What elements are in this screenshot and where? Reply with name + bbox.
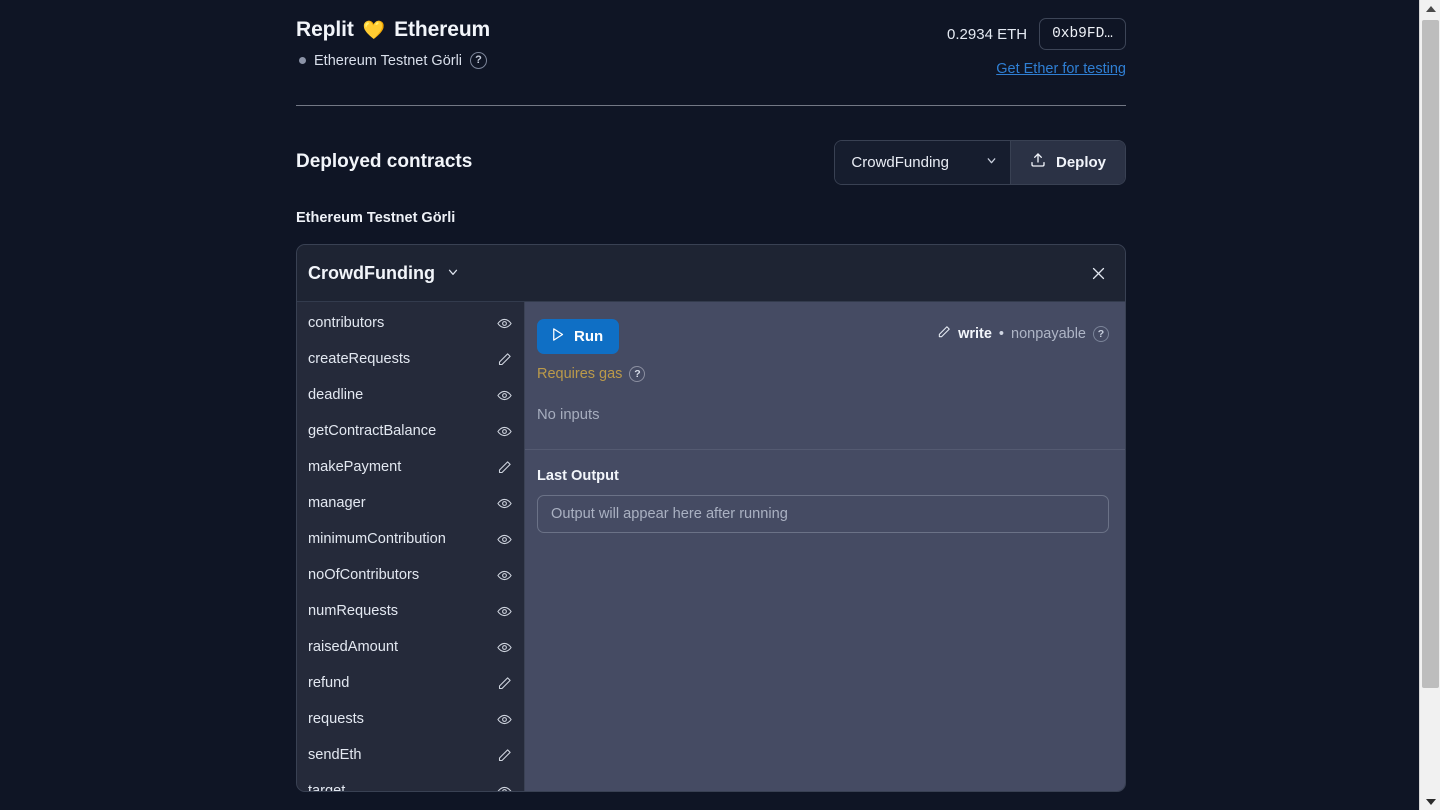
mutability-write-label: write (958, 326, 992, 342)
mutability-separator: • (998, 326, 1004, 342)
wallet-balance: 0.2934 ETH (947, 25, 1028, 43)
function-item-label: createRequests (308, 351, 411, 367)
function-item-getContractBalance[interactable]: getContractBalance (297, 413, 524, 449)
function-item-label: raisedAmount (308, 639, 399, 655)
eye-icon (497, 532, 512, 547)
app-header: Replit 💛 Ethereum Ethereum Testnet Görli… (296, 0, 1126, 77)
pencil-icon (497, 748, 512, 763)
pencil-icon (497, 352, 512, 367)
function-item-label: sendEth (308, 747, 362, 763)
deploy-control-group: CrowdFunding Deploy (834, 139, 1126, 185)
function-item-label: makePayment (308, 459, 402, 475)
function-detail-panel: Run write • nonpayable ? Requires gas ? … (525, 302, 1125, 791)
function-item-label: getContractBalance (308, 423, 437, 439)
product-name: Ethereum (394, 18, 491, 41)
upload-icon (1030, 152, 1046, 172)
function-item-numRequests[interactable]: numRequests (297, 593, 524, 629)
eye-icon (497, 316, 512, 331)
function-item-minimumContribution[interactable]: minimumContribution (297, 521, 524, 557)
function-item-noOfContributors[interactable]: noOfContributors (297, 557, 524, 593)
network-name: Ethereum Testnet Görli (314, 52, 463, 69)
pencil-icon (497, 676, 512, 691)
requires-gas-row: Requires gas ? (537, 366, 1109, 382)
mutability-help-icon[interactable]: ? (1093, 326, 1109, 342)
function-item-requests[interactable]: requests (297, 701, 524, 737)
wallet-area: 0.2934 ETH 0xb9FD… Get Ether for testing (947, 18, 1126, 78)
eye-icon (497, 712, 512, 727)
chevron-down-icon (985, 154, 998, 171)
wallet-address-chip[interactable]: 0xb9FD… (1039, 18, 1126, 50)
scroll-up-arrow[interactable] (1420, 0, 1440, 17)
function-item-makePayment[interactable]: makePayment (297, 449, 524, 485)
function-item-label: minimumContribution (308, 531, 446, 547)
contract-card-body: contributors createRequests deadline getCon… (297, 302, 1125, 792)
function-item-label: manager (308, 495, 366, 511)
eye-icon (497, 604, 512, 619)
requires-gas-label: Requires gas (537, 366, 623, 382)
last-output-label: Last Output (537, 468, 619, 484)
eye-icon (497, 568, 512, 583)
eye-icon (497, 424, 512, 439)
function-item-createRequests[interactable]: createRequests (297, 341, 524, 377)
run-button-label: Run (574, 328, 604, 345)
gas-help-icon[interactable]: ? (629, 366, 646, 382)
function-item-label: deadline (308, 387, 364, 403)
function-item-label: target (308, 783, 346, 792)
contract-select-value: CrowdFunding (851, 153, 949, 171)
eye-icon (497, 640, 512, 655)
close-icon[interactable] (1085, 260, 1111, 286)
run-area: Run (537, 319, 620, 354)
function-item-deadline[interactable]: deadline (297, 377, 524, 413)
deploy-button[interactable]: Deploy (1009, 140, 1125, 184)
function-item-manager[interactable]: manager (297, 485, 524, 521)
header-divider (296, 105, 1126, 106)
network-help-icon[interactable]: ? (470, 52, 488, 69)
function-item-label: contributors (308, 315, 385, 331)
detail-top-row: Run write • nonpayable ? (537, 319, 1109, 354)
function-item-contributors[interactable]: contributors (297, 305, 524, 341)
play-icon (550, 327, 565, 346)
pencil-icon (497, 460, 512, 475)
network-status-dot (299, 57, 306, 64)
mutability-payable-label: nonpayable (1011, 326, 1086, 342)
mutability-row: write • nonpayable ? (937, 325, 1109, 343)
contract-card-header: CrowdFunding (297, 245, 1125, 302)
eye-icon (497, 496, 512, 511)
function-item-label: noOfContributors (308, 567, 420, 583)
eye-icon (497, 784, 512, 791)
function-item-label: refund (308, 675, 350, 691)
pencil-icon (937, 325, 951, 343)
eye-icon (497, 388, 512, 403)
function-item-raisedAmount[interactable]: raisedAmount (297, 629, 524, 665)
scroll-thumb[interactable] (1422, 20, 1439, 688)
function-item-label: numRequests (308, 603, 399, 619)
function-list[interactable]: contributors createRequests deadline getCon… (297, 302, 525, 792)
network-group-label: Ethereum Testnet Görli (296, 210, 456, 226)
brand-name: Replit (296, 18, 354, 41)
scroll-down-arrow[interactable] (1420, 793, 1440, 810)
contract-card-title[interactable]: CrowdFunding (308, 263, 460, 284)
function-item-label: requests (308, 711, 364, 727)
get-ether-link[interactable]: Get Ether for testing (996, 61, 1126, 77)
function-item-target[interactable]: target (297, 773, 524, 792)
deploy-button-label: Deploy (1055, 153, 1106, 171)
no-inputs-text: No inputs (537, 407, 600, 423)
contract-card-name: CrowdFunding (308, 262, 435, 283)
yellow-heart-icon: 💛 (362, 20, 386, 40)
run-button[interactable]: Run (537, 319, 620, 354)
deployed-contracts-row: Deployed contracts CrowdFunding Deploy (296, 138, 1126, 186)
window-scrollbar[interactable] (1419, 0, 1440, 810)
function-item-sendEth[interactable]: sendEth (297, 737, 524, 773)
contract-select[interactable]: CrowdFunding (835, 140, 1010, 184)
detail-divider (525, 449, 1125, 450)
contract-card: CrowdFunding contributors createRequests d… (296, 244, 1126, 792)
chevron-down-icon (446, 263, 460, 284)
last-output-box[interactable]: Output will appear here after running (537, 495, 1109, 533)
page-content: Replit 💛 Ethereum Ethereum Testnet Görli… (296, 0, 1126, 792)
wallet-top-row: 0.2934 ETH 0xb9FD… (947, 18, 1126, 50)
deployed-contracts-title: Deployed contracts (296, 151, 473, 172)
page-viewport: Replit 💛 Ethereum Ethereum Testnet Görli… (0, 0, 1419, 810)
function-item-refund[interactable]: refund (297, 665, 524, 701)
